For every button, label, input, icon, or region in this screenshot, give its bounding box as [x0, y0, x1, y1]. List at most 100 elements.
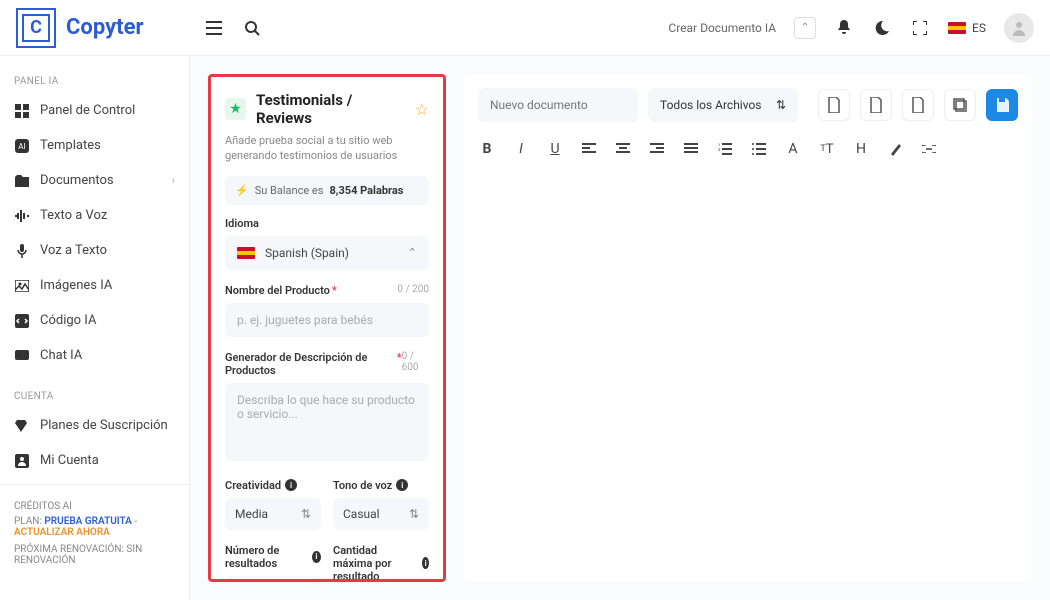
product-name-counter: 0 / 200 — [397, 284, 429, 297]
info-icon[interactable]: i — [396, 479, 408, 491]
results-label: Número de resultados — [225, 544, 308, 570]
chevron-sort-icon: ⇅ — [301, 507, 311, 521]
chevron-sort-icon: ⇅ — [409, 507, 419, 521]
export-txt-button[interactable] — [902, 89, 934, 121]
credits-title: CRÉDITOS AI — [14, 501, 175, 512]
create-doc-link[interactable]: Crear Documento IA — [668, 21, 776, 35]
editor-panel: Todos los Archivos ⇅ B I U — [464, 74, 1032, 582]
create-doc-chevron[interactable]: ⌃ — [794, 17, 816, 39]
spain-flag-icon — [237, 247, 255, 259]
logo[interactable]: C — [16, 8, 56, 48]
subscription-icon — [14, 420, 30, 432]
topbar: C Copyter Crear Documento IA ⌃ — [0, 0, 1050, 56]
menu-toggle-icon[interactable] — [204, 18, 224, 38]
tone-value: Casual — [343, 507, 380, 521]
highlight-button[interactable] — [886, 140, 904, 158]
dark-mode-icon[interactable] — [872, 18, 892, 38]
sidebar-item-label: Templates — [40, 138, 101, 153]
info-icon[interactable]: i — [422, 557, 429, 569]
chevron-right-icon: › — [172, 174, 175, 187]
sidebar-item-label: Documentos — [40, 173, 114, 188]
avatar[interactable] — [1004, 13, 1034, 43]
archive-value: Todos los Archivos — [660, 98, 762, 112]
balance-value: 8,354 Palabras — [329, 184, 403, 197]
export-word-button[interactable] — [818, 89, 850, 121]
align-right-button[interactable] — [648, 140, 666, 158]
tone-label: Tono de voz — [333, 479, 392, 492]
sidebar-item-label: Planes de Suscripción — [40, 418, 168, 433]
link-button[interactable] — [920, 140, 938, 158]
heading-button[interactable]: H — [852, 140, 870, 158]
sidebar-item-templates[interactable]: AI Templates — [0, 128, 189, 163]
sidebar-item-documentos[interactable]: Documentos › — [0, 163, 189, 198]
plan-label: PLAN: — [14, 516, 42, 527]
align-left-button[interactable] — [580, 140, 598, 158]
sidebar-item-panel-control[interactable]: Panel de Control — [0, 93, 189, 128]
export-pdf-button[interactable] — [860, 89, 892, 121]
font-button[interactable]: A — [784, 140, 802, 158]
documents-icon — [14, 175, 30, 187]
product-name-label: Nombre del Producto — [225, 284, 330, 297]
copy-button[interactable] — [944, 89, 976, 121]
balance-prefix: Su Balance es — [255, 184, 324, 197]
sidebar-item-codigo[interactable]: Código IA — [0, 303, 189, 338]
sidebar-item-label: Voz a Texto — [40, 243, 107, 258]
creativity-label: Creatividad — [225, 479, 281, 492]
voice-to-text-icon — [14, 244, 30, 258]
lang-code: ES — [972, 21, 986, 35]
next-renewal: PRÓXIMA RENOVACIÓN: SIN RENOVACIÓN — [14, 544, 175, 566]
product-name-input[interactable] — [225, 303, 429, 337]
align-center-button[interactable] — [614, 140, 632, 158]
sidebar-item-voz-texto[interactable]: Voz a Texto — [0, 233, 189, 268]
form-description: Añade prueba social a tu sitio web gener… — [225, 133, 429, 164]
save-button[interactable] — [986, 89, 1018, 121]
favorite-star-icon[interactable]: ☆ — [415, 100, 429, 119]
dashboard-icon — [14, 104, 30, 118]
bolt-icon: ⚡ — [235, 184, 249, 197]
account-icon — [14, 454, 30, 468]
svg-text:AI: AI — [18, 142, 25, 151]
ordered-list-button[interactable]: 12 — [716, 140, 734, 158]
product-desc-counter: 0 / 600 — [402, 351, 429, 377]
sidebar: PANEL IA Panel de Control AI Templates D… — [0, 56, 190, 600]
italic-button[interactable]: I — [512, 140, 530, 158]
sidebar-item-texto-voz[interactable]: Texto a Voz — [0, 198, 189, 233]
idioma-value: Spanish (Spain) — [265, 246, 349, 260]
plan-value: PRUEBA GRATUITA — [44, 516, 132, 527]
images-icon — [14, 280, 30, 292]
balance-banner: ⚡ Su Balance es 8,354 Palabras — [225, 176, 429, 205]
archive-select[interactable]: Todos los Archivos ⇅ — [648, 88, 798, 122]
idioma-select[interactable]: Spanish (Spain) ⌃ — [225, 236, 429, 270]
bell-icon[interactable] — [834, 18, 854, 38]
info-icon[interactable]: i — [285, 479, 297, 491]
align-justify-button[interactable] — [682, 140, 700, 158]
doc-name-input[interactable] — [478, 88, 638, 122]
sidebar-item-chat[interactable]: Chat IA — [0, 338, 189, 373]
unordered-list-button[interactable] — [750, 140, 768, 158]
product-desc-input[interactable] — [225, 383, 429, 461]
creativity-select[interactable]: Media ⇅ — [225, 498, 321, 530]
sidebar-item-imagenes[interactable]: Imágenes IA — [0, 268, 189, 303]
search-icon[interactable] — [242, 18, 262, 38]
sidebar-item-planes[interactable]: Planes de Suscripción — [0, 408, 189, 443]
language-selector[interactable]: ES — [948, 21, 986, 35]
idioma-label: Idioma — [225, 217, 429, 230]
chevron-sort-icon: ⇅ — [776, 98, 786, 112]
bold-button[interactable]: B — [478, 140, 496, 158]
underline-button[interactable]: U — [546, 140, 564, 158]
sidebar-item-micuenta[interactable]: Mi Cuenta — [0, 443, 189, 478]
sidebar-section-panel: PANEL IA — [0, 70, 189, 93]
credits-box: CRÉDITOS AI PLAN: PRUEBA GRATUITA - ACTU… — [0, 491, 189, 576]
sidebar-item-label: Imágenes IA — [40, 278, 112, 293]
sidebar-item-label: Mi Cuenta — [40, 453, 99, 468]
info-icon[interactable]: i — [312, 551, 321, 563]
code-icon — [14, 314, 30, 328]
upgrade-link[interactable]: ACTUALIZAR AHORA — [14, 527, 110, 538]
sidebar-item-label: Chat IA — [40, 348, 82, 363]
sidebar-item-label: Texto a Voz — [40, 208, 107, 223]
results-select[interactable]: 1 — [225, 576, 321, 582]
tone-select[interactable]: Casual ⇅ — [333, 498, 429, 530]
font-size-button[interactable]: TT — [818, 140, 836, 158]
fullscreen-icon[interactable] — [910, 18, 930, 38]
templates-icon: AI — [14, 139, 30, 153]
